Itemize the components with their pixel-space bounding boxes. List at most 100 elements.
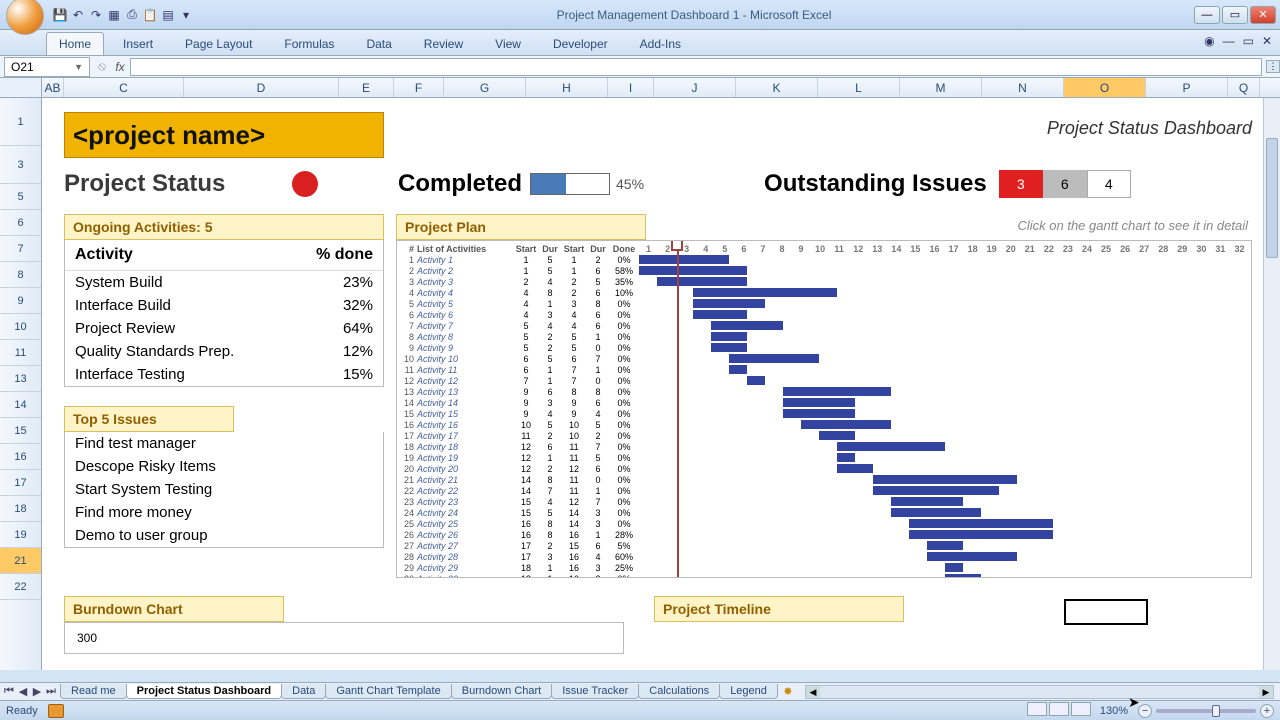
col-header-F[interactable]: F bbox=[394, 78, 444, 97]
row-header-19[interactable]: 19 bbox=[0, 522, 41, 548]
sheet-tab-burndown-chart[interactable]: Burndown Chart bbox=[451, 684, 553, 699]
zoom-slider[interactable] bbox=[1156, 709, 1256, 713]
help-icon[interactable]: ◉ bbox=[1204, 34, 1214, 48]
row-header-14[interactable]: 14 bbox=[0, 392, 41, 418]
ribbon-close-icon[interactable]: ✕ bbox=[1262, 34, 1272, 48]
horizontal-scrollbar[interactable]: ◀ ▶ bbox=[805, 685, 1274, 699]
row-header-10[interactable]: 10 bbox=[0, 314, 41, 340]
col-header-K[interactable]: K bbox=[736, 78, 818, 97]
col-header-C[interactable]: C bbox=[64, 78, 184, 97]
vertical-scrollbar[interactable] bbox=[1263, 98, 1280, 670]
row-header-11[interactable]: 11 bbox=[0, 340, 41, 366]
sheet-next-icon[interactable]: ▶ bbox=[30, 685, 44, 698]
sheet-tab-gantt-chart-template[interactable]: Gantt Chart Template bbox=[325, 684, 451, 699]
view-pagebreak-icon[interactable] bbox=[1071, 702, 1091, 716]
col-header-Q[interactable]: Q bbox=[1228, 78, 1260, 97]
undo-icon[interactable]: ↶ bbox=[70, 7, 86, 23]
ribbon-tab-page-layout[interactable]: Page Layout bbox=[172, 32, 265, 55]
sheet-tab-project-status-dashboard[interactable]: Project Status Dashboard bbox=[126, 684, 282, 699]
select-all-corner[interactable] bbox=[0, 78, 42, 97]
zoom-out-button[interactable]: − bbox=[1138, 704, 1152, 718]
hscroll-left-icon[interactable]: ◀ bbox=[806, 686, 820, 698]
row-header-13[interactable]: 13 bbox=[0, 366, 41, 392]
ribbon-tab-review[interactable]: Review bbox=[411, 32, 476, 55]
ribbon-tab-developer[interactable]: Developer bbox=[540, 32, 621, 55]
ribbon-restore-icon[interactable]: ▭ bbox=[1243, 34, 1254, 48]
gantt-chart[interactable]: # List of Activities Start Dur Start Dur… bbox=[396, 240, 1252, 578]
save-icon[interactable]: 💾 bbox=[52, 7, 68, 23]
col-header-L[interactable]: L bbox=[818, 78, 900, 97]
col-header-D[interactable]: D bbox=[184, 78, 339, 97]
vscroll-thumb[interactable] bbox=[1266, 138, 1278, 258]
col-header-J[interactable]: J bbox=[654, 78, 736, 97]
row-header-15[interactable]: 15 bbox=[0, 418, 41, 444]
sheet-tab-calculations[interactable]: Calculations bbox=[638, 684, 720, 699]
col-header-E[interactable]: E bbox=[339, 78, 394, 97]
row-header-3[interactable]: 3 bbox=[0, 146, 41, 184]
view-normal-icon[interactable] bbox=[1027, 702, 1047, 716]
sheet-tab-read-me[interactable]: Read me bbox=[60, 684, 127, 699]
sheet-canvas[interactable]: <project name> Project Status Dashboard … bbox=[42, 98, 1280, 670]
gantt-row: 4Activity 4482610% bbox=[399, 287, 1249, 298]
project-name-cell[interactable]: <project name> bbox=[64, 112, 384, 158]
row-header-9[interactable]: 9 bbox=[0, 288, 41, 314]
formula-input[interactable] bbox=[130, 58, 1262, 76]
ribbon-tab-add-ins[interactable]: Add-Ins bbox=[627, 32, 694, 55]
selected-cell[interactable] bbox=[1064, 599, 1148, 625]
row-header-8[interactable]: 8 bbox=[0, 262, 41, 288]
sheet-tab-issue-tracker[interactable]: Issue Tracker bbox=[551, 684, 639, 699]
qat-more-icon[interactable]: ▾ bbox=[178, 7, 194, 23]
hscroll-right-icon[interactable]: ▶ bbox=[1259, 686, 1273, 698]
fx-label[interactable]: fx bbox=[110, 60, 130, 74]
maximize-button[interactable]: ▭ bbox=[1222, 6, 1248, 24]
ribbon-tab-insert[interactable]: Insert bbox=[110, 32, 166, 55]
row-header-16[interactable]: 16 bbox=[0, 444, 41, 470]
macro-record-icon[interactable] bbox=[48, 704, 64, 718]
col-header-M[interactable]: M bbox=[900, 78, 982, 97]
insert-sheet-icon[interactable]: ✸ bbox=[777, 685, 799, 698]
sheet-tab-data[interactable]: Data bbox=[281, 684, 326, 699]
redo-icon[interactable]: ↷ bbox=[88, 7, 104, 23]
close-button[interactable]: ✕ bbox=[1250, 6, 1276, 24]
ribbon-min-icon[interactable]: — bbox=[1223, 34, 1235, 48]
name-box[interactable]: O21 ▼ bbox=[4, 57, 90, 77]
col-header-H[interactable]: H bbox=[526, 78, 608, 97]
row-header-6[interactable]: 6 bbox=[0, 210, 41, 236]
formula-expand-icon[interactable]: ⋮ bbox=[1266, 60, 1280, 73]
col-header-N[interactable]: N bbox=[982, 78, 1064, 97]
col-header-O[interactable]: O bbox=[1064, 78, 1146, 97]
sheet-last-icon[interactable]: ⏭ bbox=[44, 685, 58, 698]
row-header-1[interactable]: 1 bbox=[0, 98, 41, 146]
row-header-5[interactable]: 5 bbox=[0, 184, 41, 210]
ribbon-tab-home[interactable]: Home bbox=[46, 32, 104, 55]
ribbon-tab-formulas[interactable]: Formulas bbox=[271, 32, 347, 55]
qat5-icon[interactable]: ▦ bbox=[106, 7, 122, 23]
row-header-22[interactable]: 22 bbox=[0, 574, 41, 600]
name-box-dropdown-icon[interactable]: ▼ bbox=[74, 62, 83, 72]
qat6-icon[interactable]: ⎙ bbox=[124, 7, 140, 23]
col-header-P[interactable]: P bbox=[1146, 78, 1228, 97]
row-header-18[interactable]: 18 bbox=[0, 496, 41, 522]
zoom-percent[interactable]: 130% bbox=[1100, 705, 1128, 717]
activity-row: Interface Build32% bbox=[65, 294, 383, 317]
row-header-21[interactable]: 21 bbox=[0, 548, 41, 574]
sheet-prev-icon[interactable]: ◀ bbox=[16, 685, 30, 698]
ribbon-tab-view[interactable]: View bbox=[482, 32, 534, 55]
view-layout-icon[interactable] bbox=[1049, 702, 1069, 716]
office-button[interactable] bbox=[6, 0, 44, 35]
row-header-7[interactable]: 7 bbox=[0, 236, 41, 262]
col-header-G[interactable]: G bbox=[444, 78, 526, 97]
qat7-icon[interactable]: 📋 bbox=[142, 7, 158, 23]
zoom-thumb[interactable] bbox=[1212, 705, 1220, 717]
col-header-I[interactable]: I bbox=[608, 78, 654, 97]
row-header-17[interactable]: 17 bbox=[0, 470, 41, 496]
zoom-in-button[interactable]: + bbox=[1260, 704, 1274, 718]
sheet-first-icon[interactable]: ⏮ bbox=[2, 685, 16, 698]
gantt-row: 17Activity 171121020% bbox=[399, 430, 1249, 441]
qat8-icon[interactable]: ▤ bbox=[160, 7, 176, 23]
ribbon-tab-data[interactable]: Data bbox=[353, 32, 404, 55]
col-header-AB[interactable]: AB bbox=[42, 78, 64, 97]
minimize-button[interactable]: — bbox=[1194, 6, 1220, 24]
sheet-tab-legend[interactable]: Legend bbox=[719, 684, 778, 699]
fx-cancel-icon[interactable]: ⦸ bbox=[94, 59, 110, 74]
